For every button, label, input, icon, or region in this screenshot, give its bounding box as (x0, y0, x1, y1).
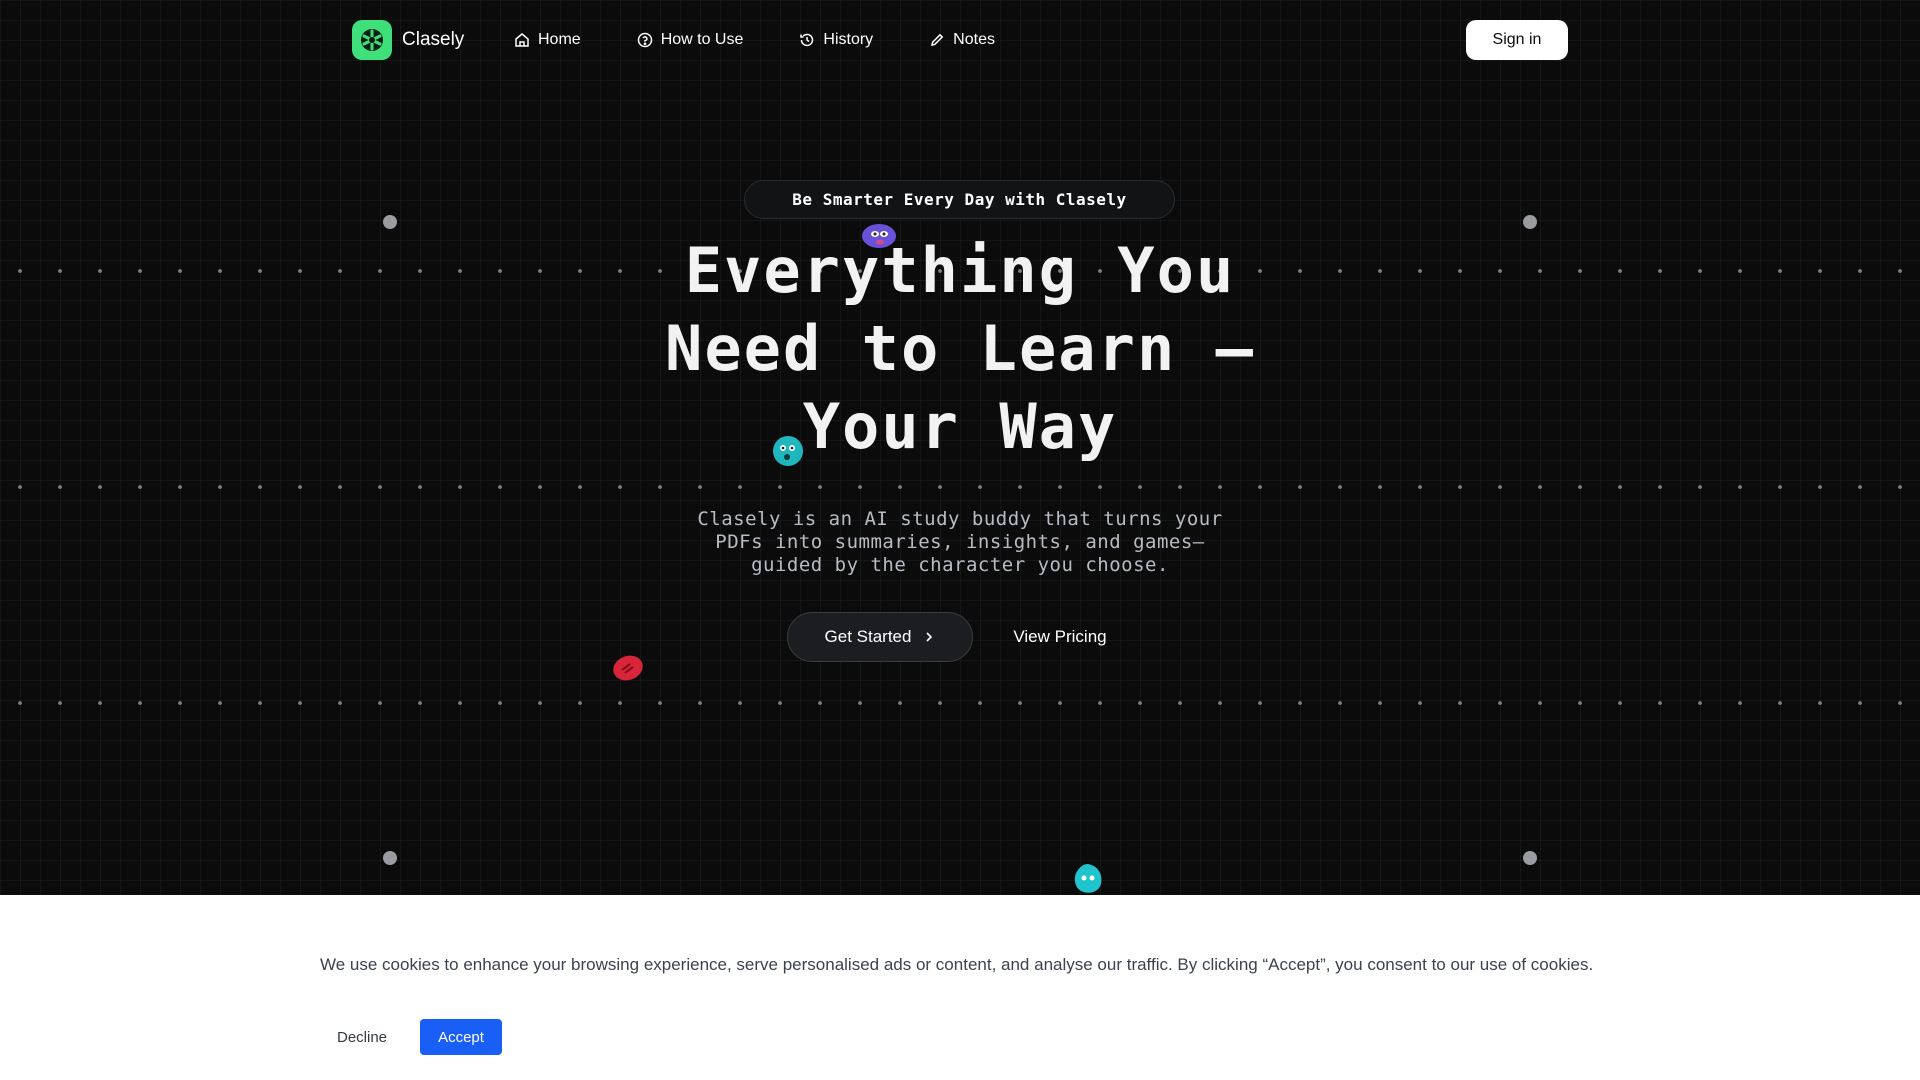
decorative-dot (383, 851, 397, 865)
brand-logo[interactable]: Clasely (352, 20, 464, 60)
teal-character-icon (773, 436, 803, 466)
cookie-message: We use cookies to enhance your browsing … (320, 955, 1594, 974)
decorative-dot (1523, 215, 1537, 229)
subtitle-line: PDFs into summaries, insights, and games… (715, 531, 1205, 553)
cyan-character-icon (1074, 864, 1102, 893)
dot-divider (0, 701, 1920, 705)
nav-how-to-use[interactable]: How to Use (637, 26, 744, 54)
nav-home-label: Home (538, 31, 581, 48)
headline-line: Your Way (802, 390, 1118, 463)
hero-headline: Everything You Need to Learn — Your Way (560, 232, 1360, 466)
view-pricing-link[interactable]: View Pricing (1000, 612, 1120, 662)
decline-button[interactable]: Decline (320, 1019, 404, 1055)
decorative-dot (1523, 851, 1537, 865)
nav-notes-label: Notes (953, 31, 995, 48)
hero-subtitle: Clasely is an AI study buddy that turns … (620, 508, 1300, 577)
subtitle-line: guided by the character you choose. (751, 554, 1169, 576)
headline-line: Need to Learn — (665, 312, 1255, 385)
top-navbar: Clasely Home How to Use History Notes Si… (0, 0, 1920, 80)
history-icon (800, 33, 814, 47)
nav-history-label: History (823, 31, 874, 48)
pencil-icon (931, 33, 944, 46)
hero-badge: Be Smarter Every Day with Clasely (744, 180, 1175, 219)
help-circle-icon (637, 32, 652, 48)
home-icon (515, 33, 529, 47)
hero-section: Clasely Home How to Use History Notes Si… (0, 0, 1920, 895)
chevron-right-icon (926, 632, 933, 642)
nav-how-to-use-label: How to Use (660, 31, 744, 48)
sign-in-button[interactable]: Sign in (1466, 20, 1568, 60)
cookie-banner: We use cookies to enhance your browsing … (0, 895, 1920, 1080)
logo-icon (352, 20, 392, 60)
nav-history[interactable]: History (799, 26, 873, 54)
nav-notes[interactable]: Notes (929, 26, 995, 54)
purple-character-icon (862, 224, 896, 248)
nav-links: Home How to Use History Notes (514, 26, 1051, 54)
dot-divider (0, 485, 1920, 489)
get-started-label: Get Started (824, 627, 912, 646)
subtitle-line: Clasely is an AI study buddy that turns … (697, 508, 1223, 530)
brand-name: Clasely (402, 29, 465, 50)
get-started-button[interactable]: Get Started (787, 612, 973, 662)
red-character-icon (613, 655, 643, 681)
headline-line: Everything You (684, 234, 1236, 307)
nav-home[interactable]: Home (514, 26, 581, 54)
accept-button[interactable]: Accept (420, 1019, 502, 1055)
decorative-dot (383, 215, 397, 229)
